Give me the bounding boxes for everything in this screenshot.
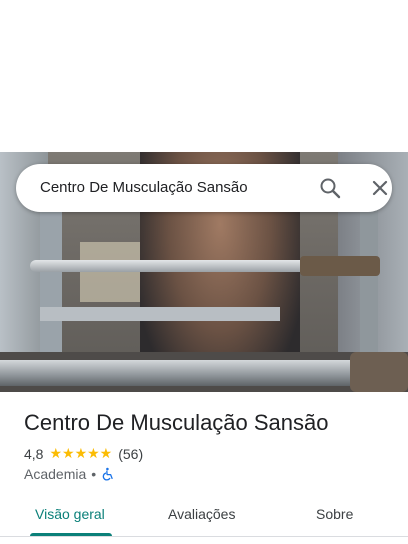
review-count[interactable]: (56) [118,446,143,462]
rating-value: 4,8 [24,445,44,462]
rating-row[interactable]: 4,8 ★★★★★ (56) [24,445,143,462]
place-category: Academia [24,466,87,482]
tab-reviews[interactable]: Avaliações [168,506,235,522]
tab-about[interactable]: Sobre [316,506,353,522]
photo-plate [300,256,380,276]
place-title: Centro De Musculação Sansão [24,410,329,435]
tabs-divider [0,536,408,537]
tab-overview[interactable]: Visão geral [35,506,105,522]
close-icon[interactable] [368,176,392,200]
search-bar[interactable]: Centro De Musculação Sansão [16,164,392,212]
star-rating-icon: ★★★★★ [49,445,113,461]
photo-barbell-lower [0,360,408,386]
photo-frame [40,307,280,321]
category-row: Academia • [24,466,115,482]
search-input[interactable]: Centro De Musculação Sansão [40,179,248,196]
photo-barbell-upper [30,256,380,276]
map-blank-area [0,0,408,152]
wheelchair-icon [101,467,115,481]
photo-collar [350,352,408,392]
separator: • [91,466,97,482]
place-info-panel: Centro De Musculação Sansão 4,8 ★★★★★ (5… [0,392,408,544]
search-icon[interactable] [318,176,342,200]
tab-bar: Visão geral Avaliações Sobre [0,492,408,537]
